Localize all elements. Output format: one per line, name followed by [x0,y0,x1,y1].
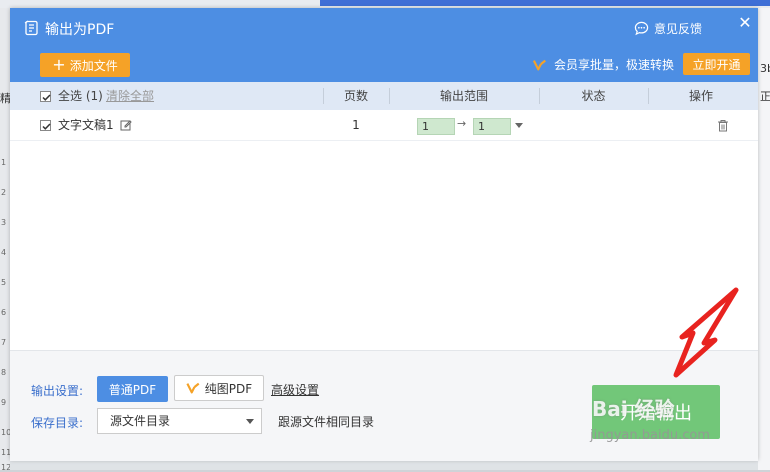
ruler-tick: 1 [1,158,7,167]
pdf-export-icon [24,20,38,36]
file-name: 文字文稿1 [58,118,114,132]
range-arrow-icon: → [457,117,467,130]
image-pdf-label: 纯图PDF [204,381,253,396]
ruler-tick: 8 [1,368,7,377]
open-vip-button[interactable]: 立即开通 [683,53,750,75]
background-active-tab [320,0,770,6]
vip-badge-icon [532,59,546,70]
watermark-logo: Bai 经验 [592,397,675,421]
image-pdf-button[interactable]: 纯图PDF [174,375,264,401]
edit-icon[interactable] [120,119,132,131]
vip-notice-text: 会员享批量，极速转换 [554,58,675,72]
row-checkbox[interactable] [40,120,51,131]
feedback-label: 意见反馈 [654,21,703,36]
normal-pdf-button[interactable]: 普通PDF [97,376,168,402]
vip-notice: 会员享批量，极速转换 [532,56,674,73]
plus-icon: + [52,55,66,74]
column-header-action: 操作 [688,89,713,103]
save-dir-select[interactable]: 源文件目录 [97,408,262,434]
vip-badge-icon [186,382,200,394]
column-header-status: 状态 [581,89,606,103]
follow-source-dir-text: 跟源文件相同目录 [278,415,375,429]
clear-all-link[interactable]: 清除全部 [106,82,154,110]
ruler-tick: 2 [1,188,7,197]
chat-bubble-icon [634,21,649,35]
checkmark-icon [42,94,51,101]
table-row: 文字文稿1 1 1 → 1 [10,110,758,141]
background-right-text: 3b [760,62,770,75]
file-page-count: 1 [352,118,360,132]
save-dir-value: 源文件目录 [110,414,171,428]
chevron-down-icon [246,419,254,424]
background-document-bottom [10,460,758,470]
ruler-tick: 7 [1,338,7,347]
ruler-tick: 3 [1,218,7,227]
delete-icon[interactable] [717,119,729,132]
save-dir-label: 保存目录: [31,416,84,430]
annotation-arrow-icon [673,287,739,378]
advanced-settings-link[interactable]: 高级设置 [271,381,319,398]
add-file-button[interactable]: + 添加文件 [40,53,130,77]
file-table-header: 全选 (1) 清除全部 页数 输出范围 状态 操作 [10,82,758,110]
range-dropdown-icon[interactable] [515,123,523,128]
select-all-label: 全选 (1) [58,89,103,103]
range-from-input[interactable]: 1 [417,118,455,135]
close-icon[interactable]: ✕ [737,15,753,31]
add-file-label: 添加文件 [69,58,118,73]
column-header-pages: 页数 [343,89,368,103]
background-document-edge: 3b 正 [758,8,770,470]
ruler-tick: 5 [1,278,7,287]
background-app-tabbar [0,0,770,8]
background-right-text: 正 [760,90,770,103]
ruler-tick: 4 [1,248,7,257]
ruler-tick: 9 [1,398,7,407]
dialog-header: 输出为PDF 意见反馈 ✕ + 添加文件 会员享批量，极速转换 立即开通 [10,8,758,82]
column-header-range: 输出范围 [439,89,488,103]
checkmark-icon [42,123,51,130]
feedback-link[interactable]: 意见反馈 [634,19,702,37]
select-all-checkbox[interactable] [40,91,51,102]
watermark-url: jingyan.baidu.com [590,428,710,443]
ruler-tick: 6 [1,308,7,317]
dialog-title: 输出为PDF [45,22,115,38]
range-to-input[interactable]: 1 [473,118,511,135]
output-settings-label: 输出设置: [31,384,84,398]
